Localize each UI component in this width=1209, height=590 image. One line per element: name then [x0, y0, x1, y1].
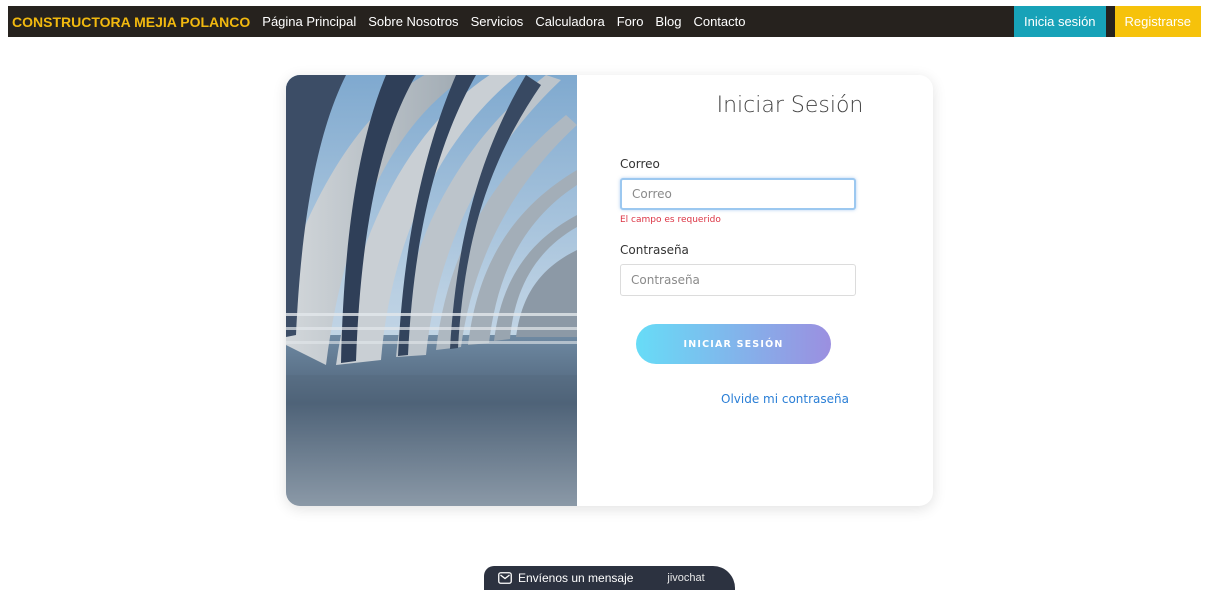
chat-label: Envíenos un mensaje — [518, 571, 634, 585]
login-form: Iniciar Sesión Correo El campo es requer… — [577, 75, 933, 506]
chat-brand: jivochat — [667, 572, 705, 584]
email-label: Correo — [620, 157, 660, 171]
login-title: Iniciar Sesión — [716, 93, 864, 118]
password-input[interactable] — [620, 264, 856, 296]
nav-link-about[interactable]: Sobre Nosotros — [368, 14, 458, 29]
nav-link-blog[interactable]: Blog — [655, 14, 681, 29]
email-error-message: El campo es requerido — [620, 215, 721, 225]
architecture-photo — [286, 75, 577, 506]
login-submit-button[interactable]: INICIAR SESIÓN — [636, 324, 831, 364]
envelope-icon — [498, 572, 512, 584]
nav-auth-buttons: Inicia sesión Registrarse — [1013, 6, 1201, 37]
forgot-password-link[interactable]: Olvide mi contraseña — [577, 392, 933, 406]
nav-link-services[interactable]: Servicios — [471, 14, 524, 29]
login-card: Iniciar Sesión Correo El campo es requer… — [286, 75, 933, 506]
email-input[interactable] — [620, 178, 856, 210]
password-label: Contraseña — [620, 243, 689, 257]
chat-widget[interactable]: Envíenos un mensaje jivochat — [484, 566, 735, 590]
register-button[interactable]: Registrarse — [1114, 6, 1201, 37]
nav-link-home[interactable]: Página Principal — [262, 14, 356, 29]
brand-logo-text[interactable]: CONSTRUCTORA MEJIA POLANCO — [12, 14, 250, 30]
navbar: CONSTRUCTORA MEJIA POLANCO Página Princi… — [8, 6, 1201, 37]
login-button[interactable]: Inicia sesión — [1013, 6, 1106, 37]
nav-link-forum[interactable]: Foro — [617, 14, 644, 29]
nav-link-contact[interactable]: Contacto — [693, 14, 745, 29]
nav-link-calculator[interactable]: Calculadora — [535, 14, 604, 29]
